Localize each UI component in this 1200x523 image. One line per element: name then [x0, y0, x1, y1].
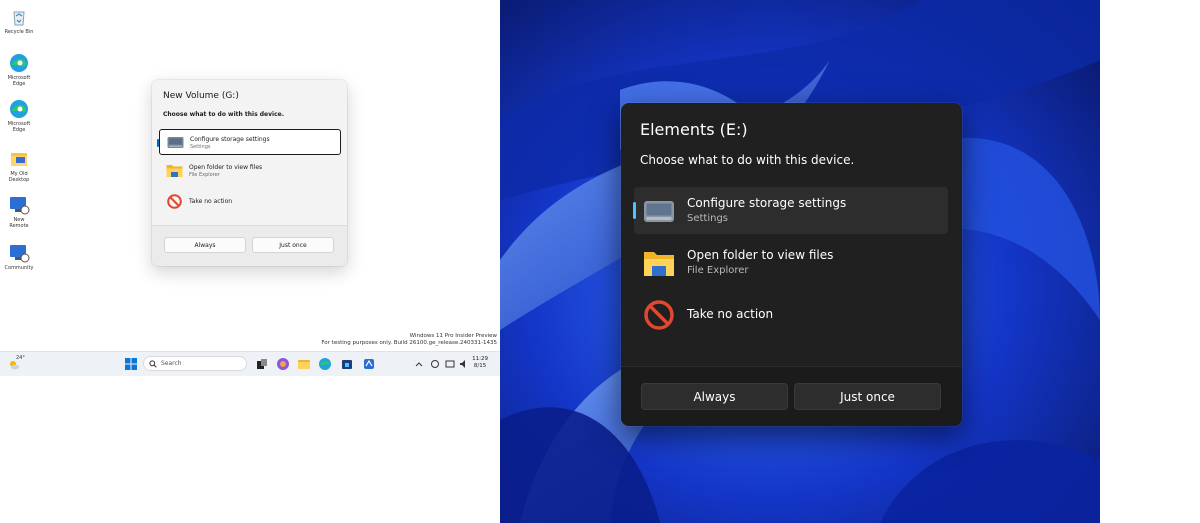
build-watermark: Windows 11 Pro Insider Preview For testi… — [321, 333, 497, 347]
option-title: Open folder to view files — [687, 248, 834, 262]
taskbar-search[interactable]: Search — [143, 356, 247, 371]
file-explorer-icon[interactable] — [297, 357, 311, 371]
dialog-subtitle: Choose what to do with this device. — [640, 153, 855, 167]
option-title: Open folder to view files — [189, 164, 263, 171]
light-desktop: Recycle Bin Microsoft Edge Microsoft Edg… — [0, 0, 500, 523]
watermark-line-1: Windows 11 Pro Insider Preview — [409, 333, 497, 339]
option-take-no-action[interactable]: Take no action — [634, 291, 948, 338]
search-icon — [149, 360, 157, 368]
desktop-icon-label: Microsoft Edge — [7, 121, 31, 133]
folder-icon — [166, 165, 183, 177]
always-button[interactable]: Always — [164, 237, 246, 253]
blank-area — [1100, 0, 1200, 523]
desktop-icon-label: New Remote — [9, 217, 29, 229]
dialog-footer: Always Just once — [621, 366, 962, 426]
desktop-icon-recycle-bin[interactable]: Recycle Bin — [4, 6, 34, 35]
clock-time: 11:29 — [472, 356, 488, 362]
chevron-up-icon[interactable] — [414, 357, 424, 371]
start-icon[interactable] — [124, 357, 138, 371]
selection-indicator — [633, 202, 636, 219]
search-placeholder: Search — [161, 360, 182, 367]
desktop-icon-label: Recycle Bin — [4, 29, 34, 35]
option-configure-storage[interactable]: Configure storage settings Settings — [157, 129, 341, 155]
copilot-icon[interactable] — [276, 357, 290, 371]
option-subtitle: File Explorer — [189, 172, 220, 178]
option-title: Configure storage settings — [190, 136, 270, 143]
weather-widget[interactable]: 24° — [8, 355, 30, 371]
monitor-icon — [10, 245, 30, 263]
dialog-title: New Volume (G:) — [163, 91, 239, 101]
option-open-folder[interactable]: Open folder to view files File Explorer — [159, 158, 341, 184]
desktop-icon-label: My Old Desktop — [8, 171, 30, 183]
dialog-footer: Always Just once — [152, 225, 347, 266]
task-view-icon[interactable] — [256, 357, 268, 371]
option-title: Configure storage settings — [687, 196, 847, 210]
desktop-icon-label: Community — [4, 265, 34, 271]
dialog-subtitle: Choose what to do with this device. — [163, 111, 284, 118]
edge-icon[interactable] — [318, 357, 332, 371]
app-icon[interactable] — [362, 357, 376, 371]
weather-temp: 24° — [16, 355, 25, 361]
display-icon[interactable] — [445, 357, 455, 371]
desktop-icon-label: Microsoft Edge — [7, 75, 31, 87]
autoplay-dialog-dark: Elements (E:) Choose what to do with thi… — [621, 103, 962, 426]
folder-icon — [11, 153, 27, 166]
option-take-no-action[interactable]: Take no action — [159, 189, 341, 215]
option-title: Take no action — [687, 307, 774, 321]
dialog-title: Elements (E:) — [640, 120, 748, 139]
just-once-button[interactable]: Just once — [252, 237, 334, 253]
option-configure-storage[interactable]: Configure storage settings Settings — [633, 187, 948, 234]
watermark-line-2: For testing purposes only. Build 26100.g… — [321, 340, 497, 346]
no-action-icon — [644, 300, 674, 330]
always-button[interactable]: Always — [641, 383, 788, 410]
taskbar: 24° Search 11:29 8/15 — [0, 351, 500, 376]
desktop-icon-community[interactable]: Community — [4, 242, 34, 271]
edge-icon — [10, 54, 28, 72]
just-once-button[interactable]: Just once — [794, 383, 941, 410]
folder-icon — [644, 252, 674, 276]
option-subtitle: Settings — [190, 144, 211, 150]
monitor-icon — [10, 197, 30, 215]
option-open-folder[interactable]: Open folder to view files File Explorer — [634, 239, 948, 286]
desktop-icon-new-remote[interactable]: New Remote — [4, 194, 34, 229]
storage-drive-icon — [644, 201, 674, 222]
autoplay-dialog-light: New Volume (G:) Choose what to do with t… — [152, 80, 347, 266]
storage-drive-icon — [167, 137, 184, 148]
selection-indicator — [157, 139, 159, 147]
taskbar-clock[interactable]: 11:29 8/15 — [472, 356, 488, 370]
option-subtitle: Settings — [687, 213, 729, 224]
desktop-icon-edge-2[interactable]: Microsoft Edge — [4, 98, 34, 133]
option-subtitle: File Explorer — [687, 265, 749, 276]
recycle-bin-icon — [13, 11, 25, 26]
network-icon[interactable] — [430, 357, 440, 371]
volume-icon[interactable] — [459, 357, 469, 371]
edge-icon — [10, 100, 28, 118]
clock-date: 8/15 — [473, 363, 487, 369]
store-icon[interactable] — [340, 357, 354, 371]
option-title: Take no action — [189, 198, 233, 205]
desktop-icon-edge[interactable]: Microsoft Edge — [4, 52, 34, 87]
desktop-icon-old-desktop[interactable]: My Old Desktop — [4, 148, 34, 183]
no-action-icon — [167, 194, 182, 209]
